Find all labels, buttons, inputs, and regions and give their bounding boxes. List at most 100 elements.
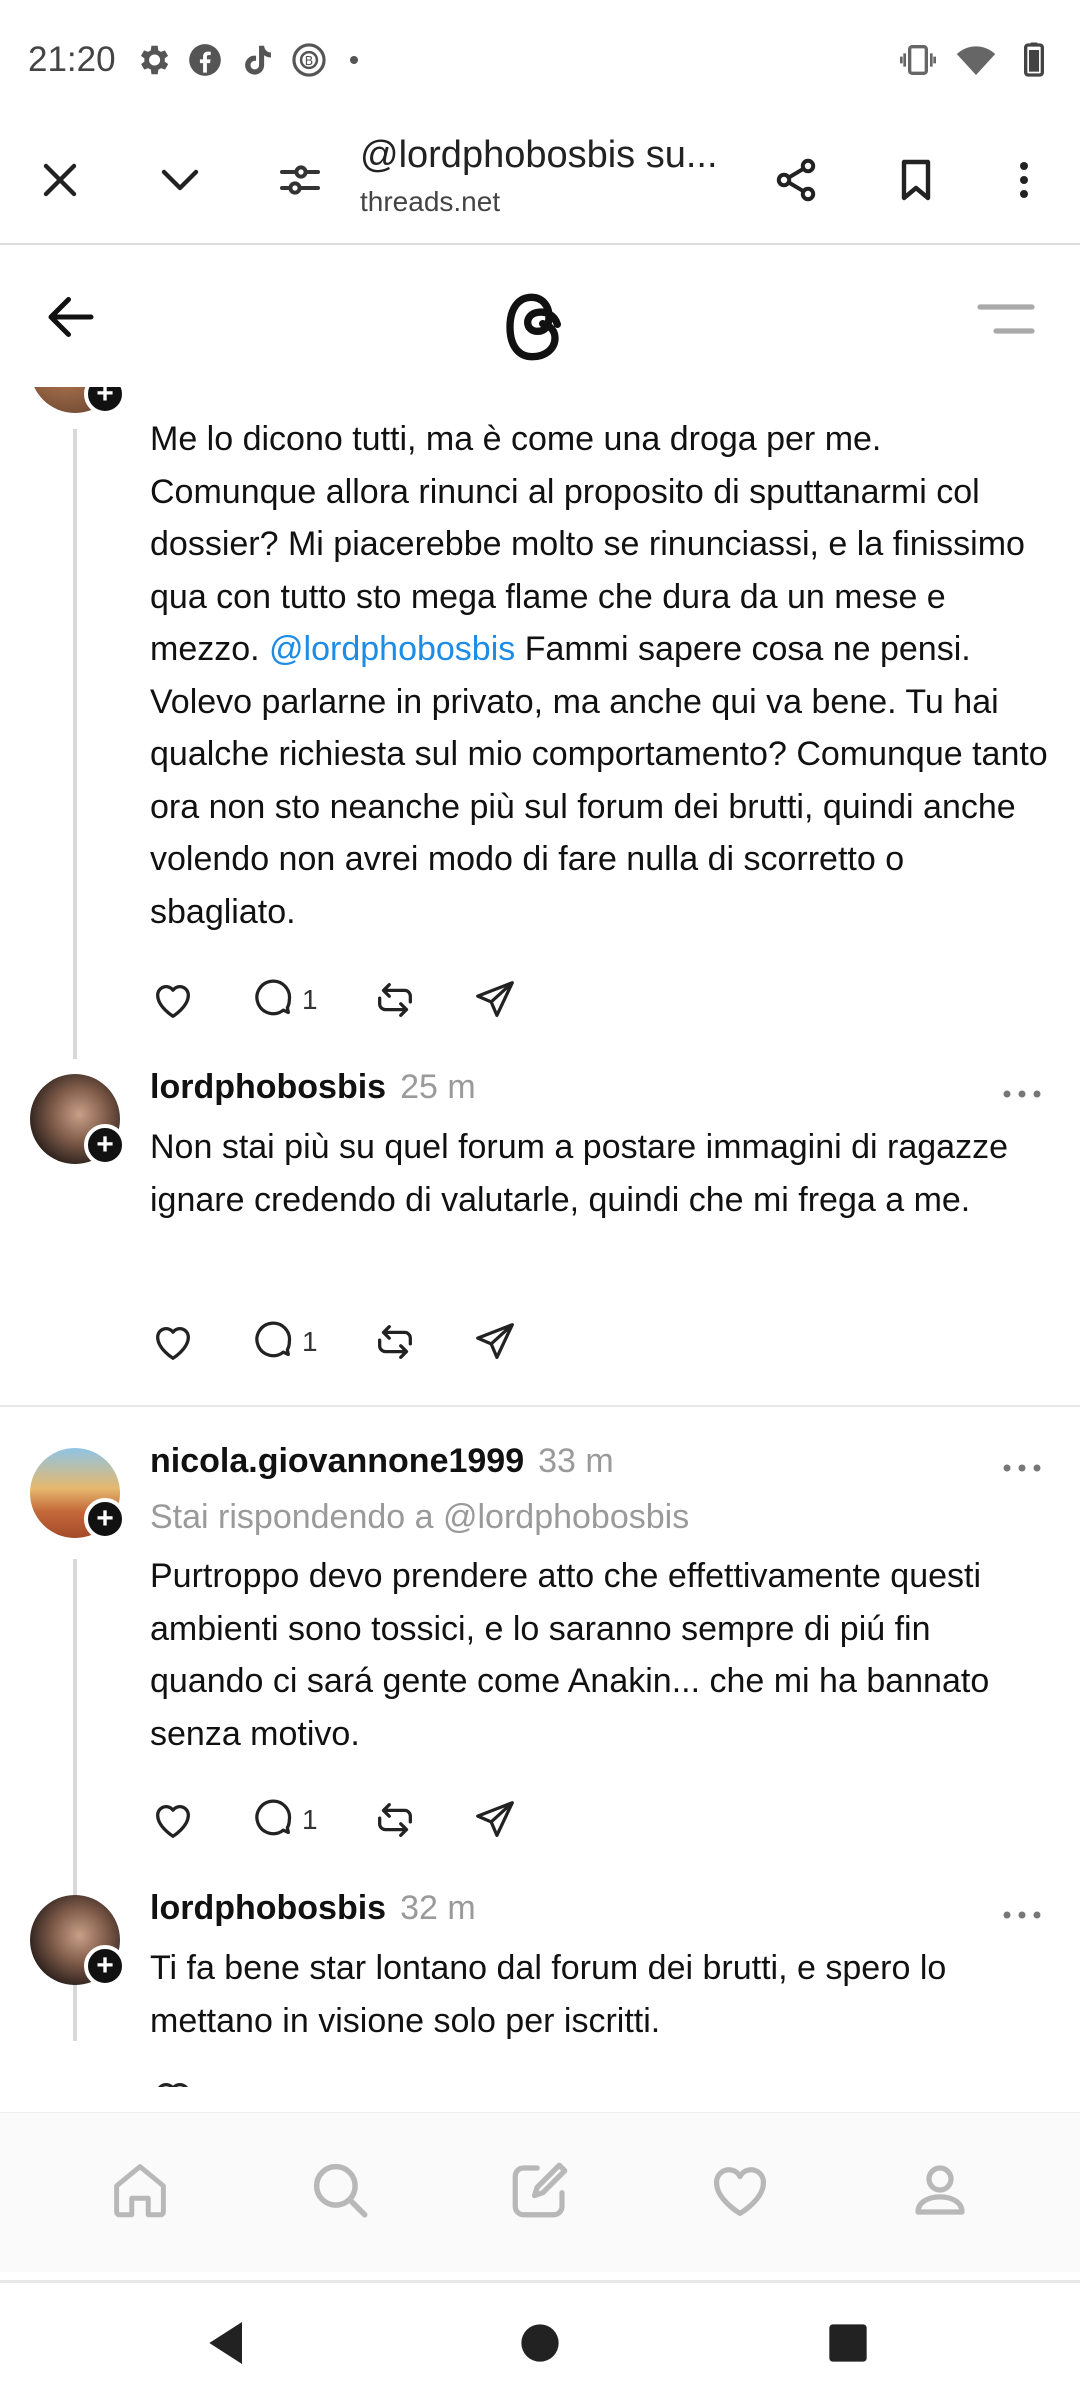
heart-icon bbox=[156, 1805, 190, 1838]
share-button[interactable] bbox=[760, 144, 832, 216]
tiktok-icon bbox=[244, 45, 271, 75]
back-triangle-icon[interactable] bbox=[200, 2315, 256, 2371]
profile-icon bbox=[915, 2165, 965, 2215]
bottom-navigation bbox=[0, 2112, 1080, 2272]
page-title: @lordphobosbis su... bbox=[360, 134, 718, 176]
nav-profile[interactable] bbox=[907, 2157, 973, 2228]
nav-activity[interactable] bbox=[707, 2157, 773, 2228]
system-navigation-bar bbox=[0, 2280, 1080, 2400]
reply-to-label[interactable]: Stai rispondendo a @lordphobosbis bbox=[150, 1498, 689, 1537]
heart-icon bbox=[714, 2167, 766, 2216]
reply-button[interactable]: 1 bbox=[250, 977, 318, 1023]
mention-link[interactable]: @lordphobosbis bbox=[269, 630, 515, 668]
home-circle-icon[interactable] bbox=[512, 2315, 568, 2371]
post-text: Me lo dicono tutti, ma è come una droga … bbox=[150, 413, 1050, 938]
share-post-button[interactable] bbox=[472, 1319, 518, 1365]
share-post-button[interactable] bbox=[472, 977, 518, 1023]
post-actions: 1 bbox=[150, 975, 572, 1025]
back-arrow-icon[interactable] bbox=[36, 287, 106, 347]
repost-icon bbox=[377, 983, 412, 1017]
more-options-button[interactable] bbox=[988, 144, 1060, 216]
compose-icon bbox=[512, 2162, 568, 2218]
follow-plus-icon[interactable]: + bbox=[84, 387, 126, 415]
site-settings-button[interactable] bbox=[264, 144, 336, 216]
follow-plus-icon[interactable]: + bbox=[84, 1945, 126, 1987]
post-text: Non stai più su quel forum a postare imm… bbox=[150, 1128, 1008, 1219]
threads-header bbox=[0, 247, 1080, 387]
close-icon bbox=[43, 163, 77, 197]
post-time: 25 m bbox=[400, 1068, 476, 1106]
vibrate-icon bbox=[900, 45, 936, 75]
post-text: Purtroppo devo prendere atto che effetti… bbox=[150, 1557, 990, 1753]
bookmark-icon bbox=[901, 159, 931, 201]
post-text: Ti fa bene star lontano dal forum dei br… bbox=[150, 1949, 947, 2040]
status-time: 21:20 bbox=[28, 40, 116, 79]
follow-plus-icon[interactable]: + bbox=[84, 1498, 126, 1540]
more-horiz-icon[interactable] bbox=[1002, 1908, 1042, 1922]
like-button[interactable] bbox=[150, 977, 196, 1023]
reply-button[interactable]: 1 bbox=[250, 1319, 318, 1365]
repost-button[interactable] bbox=[372, 1797, 418, 1843]
close-button[interactable] bbox=[24, 144, 96, 216]
heart-icon bbox=[158, 2083, 188, 2087]
send-icon bbox=[475, 981, 514, 1017]
nav-search[interactable] bbox=[307, 2157, 373, 2228]
comment-icon bbox=[255, 979, 292, 1016]
nav-home[interactable] bbox=[107, 2157, 173, 2228]
wifi-icon bbox=[956, 46, 996, 75]
username[interactable]: lordphobosbis bbox=[150, 1889, 386, 1927]
home-icon bbox=[114, 2164, 166, 2218]
like-button[interactable] bbox=[150, 1319, 196, 1365]
bookmark-button[interactable] bbox=[880, 144, 952, 216]
repost-icon bbox=[377, 1803, 412, 1837]
menu-icon[interactable] bbox=[976, 299, 1036, 339]
system-status-icons bbox=[898, 40, 1054, 80]
post-actions: 1 bbox=[150, 1795, 572, 1845]
thread-feed: + Me lo dicono tutti, ma è come una drog… bbox=[0, 387, 1080, 2087]
share-post-button[interactable] bbox=[472, 1797, 518, 1843]
like-button[interactable] bbox=[150, 2075, 196, 2087]
threads-logo-icon[interactable] bbox=[500, 287, 580, 367]
post-header: nicola.giovannone1999 33 m bbox=[150, 1442, 614, 1481]
post-actions: 1 bbox=[150, 1317, 572, 1367]
like-button[interactable] bbox=[150, 1797, 196, 1843]
dot-icon bbox=[349, 56, 358, 64]
heart-icon bbox=[156, 985, 190, 1018]
more-horiz-icon[interactable] bbox=[1002, 1461, 1042, 1475]
reply-button[interactable]: 1 bbox=[250, 1797, 318, 1843]
bitcoin-icon: B bbox=[291, 43, 326, 77]
comment-icon bbox=[255, 1321, 292, 1358]
more-vert-icon bbox=[1020, 162, 1028, 198]
send-icon bbox=[475, 1801, 514, 1837]
notification-icons: B bbox=[134, 41, 366, 79]
post-text-part: Fammi sapere cosa ne pensi. Volevo parla… bbox=[150, 630, 1048, 931]
gear-icon bbox=[140, 45, 168, 75]
post-header: lordphobosbis 25 m bbox=[150, 1068, 476, 1107]
minimize-button[interactable] bbox=[144, 144, 216, 216]
chevron-down-icon bbox=[161, 169, 199, 191]
more-horiz-icon[interactable] bbox=[1002, 1087, 1042, 1101]
status-bar: 21:20 B bbox=[0, 0, 1080, 120]
heart-icon bbox=[156, 1327, 190, 1360]
reply-count: 1 bbox=[302, 984, 318, 1015]
follow-plus-icon[interactable]: + bbox=[84, 1124, 126, 1166]
username[interactable]: nicola.giovannone1999 bbox=[150, 1442, 524, 1480]
browser-toolbar: @lordphobosbis su... threads.net bbox=[0, 120, 1080, 245]
thread-divider bbox=[0, 1405, 1080, 1407]
repost-button[interactable] bbox=[372, 977, 418, 1023]
username[interactable]: lordphobosbis bbox=[150, 1068, 386, 1106]
share-icon bbox=[776, 158, 816, 202]
post-actions bbox=[150, 2073, 250, 2087]
post-time: 33 m bbox=[538, 1442, 614, 1480]
nav-compose[interactable] bbox=[507, 2157, 573, 2228]
reply-count: 1 bbox=[302, 1804, 318, 1835]
post-time: 32 m bbox=[400, 1889, 476, 1927]
reply-count: 1 bbox=[302, 1326, 318, 1357]
repost-icon bbox=[377, 1325, 412, 1359]
recents-square-icon[interactable] bbox=[820, 2315, 876, 2371]
tune-icon bbox=[280, 165, 320, 195]
page-url: threads.net bbox=[360, 186, 501, 217]
search-icon bbox=[313, 2163, 368, 2218]
thread-connector bbox=[73, 429, 77, 1059]
repost-button[interactable] bbox=[372, 1319, 418, 1365]
